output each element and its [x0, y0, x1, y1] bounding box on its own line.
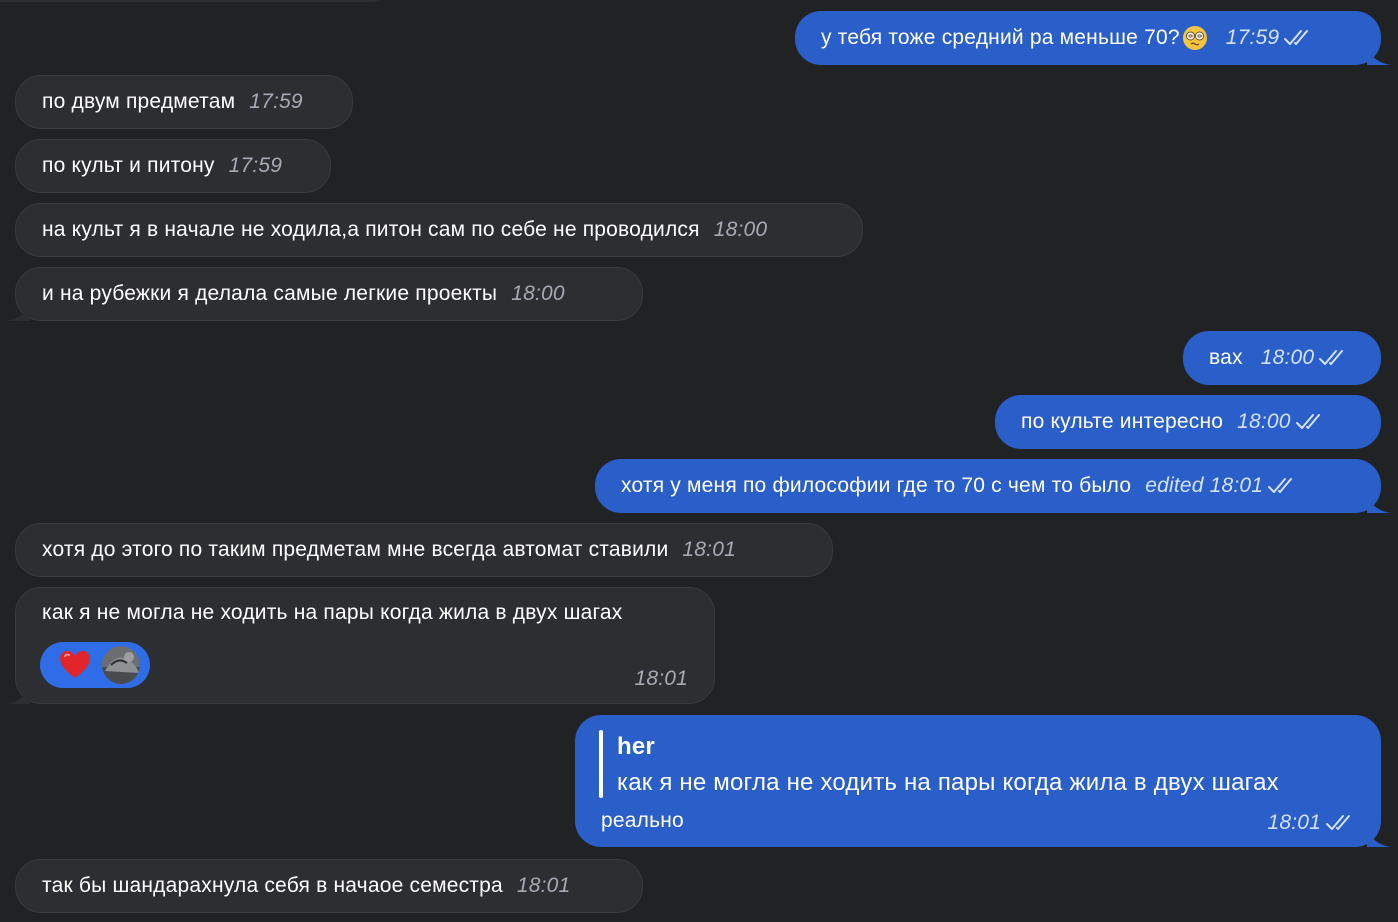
message-time: 18:00: [713, 218, 768, 241]
message-text: по культе интересно: [1021, 410, 1224, 433]
message-time: 18:00: [1260, 346, 1315, 369]
message-text: вах: [1209, 346, 1243, 369]
bubble-tail-icon: [1367, 827, 1391, 847]
reactor-avatar: [102, 646, 140, 684]
message-outgoing[interactable]: хотя у меня по философии где то 70 с чем…: [595, 459, 1391, 513]
message-incoming[interactable]: по культ и питону 17:59: [15, 139, 331, 193]
read-checkmarks-icon: [1326, 815, 1350, 830]
message-incoming[interactable]: хотя до этого по таким предметам мне все…: [15, 523, 833, 577]
message-time: 18:01: [516, 874, 571, 897]
message-outgoing[interactable]: у тебя тоже средний ра меньше 70? 17:59: [795, 11, 1391, 65]
message-time: 18:00: [1237, 410, 1291, 433]
bubble-tail-icon: [1367, 493, 1391, 513]
message-text: хотя до этого по таким предметам мне все…: [42, 538, 669, 561]
message-text: у тебя тоже средний ра меньше 70?: [821, 26, 1180, 49]
message-incoming[interactable]: по двум предметам 17:59: [15, 75, 353, 129]
message-text: по двум предметам: [42, 90, 236, 113]
edited-label: edited: [1145, 474, 1204, 497]
reply-author: her: [617, 733, 655, 760]
message-text: по культ и питону: [42, 154, 215, 177]
message-time: 17:59: [1225, 26, 1280, 49]
message-text: так бы шандарахнула себя в начаое семест…: [42, 874, 503, 897]
message-text: как я не могла не ходить на пары когда ж…: [42, 601, 623, 624]
read-checkmarks-icon: [1284, 30, 1309, 45]
bubble-tail-icon: [6, 301, 30, 321]
message-time: 18:01: [1267, 811, 1321, 834]
read-checkmarks-icon: [1319, 350, 1344, 365]
chat-history: у тебя тоже средний ра меньше 70? 17:59: [0, 0, 1398, 922]
message-time: 18:00: [511, 282, 565, 305]
message-text: на культ я в начале не ходила,а питон са…: [42, 218, 700, 241]
woozy-face-emoji-icon: [1182, 25, 1208, 51]
reply-quote-bar: [599, 730, 603, 798]
message-incoming[interactable]: и на рубежки я делала самые легкие проек…: [6, 267, 643, 321]
reply-quoted-text: как я не могла не ходить на пары когда ж…: [617, 769, 1279, 796]
message-time: 18:01: [634, 667, 688, 690]
message-text: и на рубежки я делала самые легкие проек…: [42, 282, 498, 305]
message-incoming[interactable]: так бы шандарахнула себя в начаое семест…: [15, 859, 643, 913]
message-incoming[interactable]: на культ я в начале не ходила,а питон са…: [15, 203, 863, 257]
read-checkmarks-icon: [1295, 414, 1320, 429]
message-outgoing[interactable]: по культе интересно 18:00: [995, 395, 1381, 449]
message-time: 18:01: [682, 538, 736, 561]
previous-message-edge: [0, 0, 390, 2]
bubble-tail-icon: [6, 684, 30, 704]
message-time: 17:59: [249, 90, 303, 113]
red-heart-icon: [60, 651, 90, 678]
message-outgoing[interactable]: вах 18:00: [1183, 331, 1381, 385]
message-text: реально: [601, 809, 684, 832]
bubble-tail-icon: [1367, 45, 1391, 65]
reaction-pill[interactable]: [40, 642, 150, 688]
read-checkmarks-icon: [1268, 478, 1293, 493]
message-incoming[interactable]: как я не могла не ходить на пары когда ж…: [6, 587, 715, 704]
message-outgoing[interactable]: her как я не могла не ходить на пары ког…: [575, 715, 1391, 847]
message-time: 17:59: [228, 154, 283, 177]
message-time: 18:01: [1209, 474, 1264, 497]
message-text: хотя у меня по философии где то 70 с чем…: [621, 474, 1132, 497]
